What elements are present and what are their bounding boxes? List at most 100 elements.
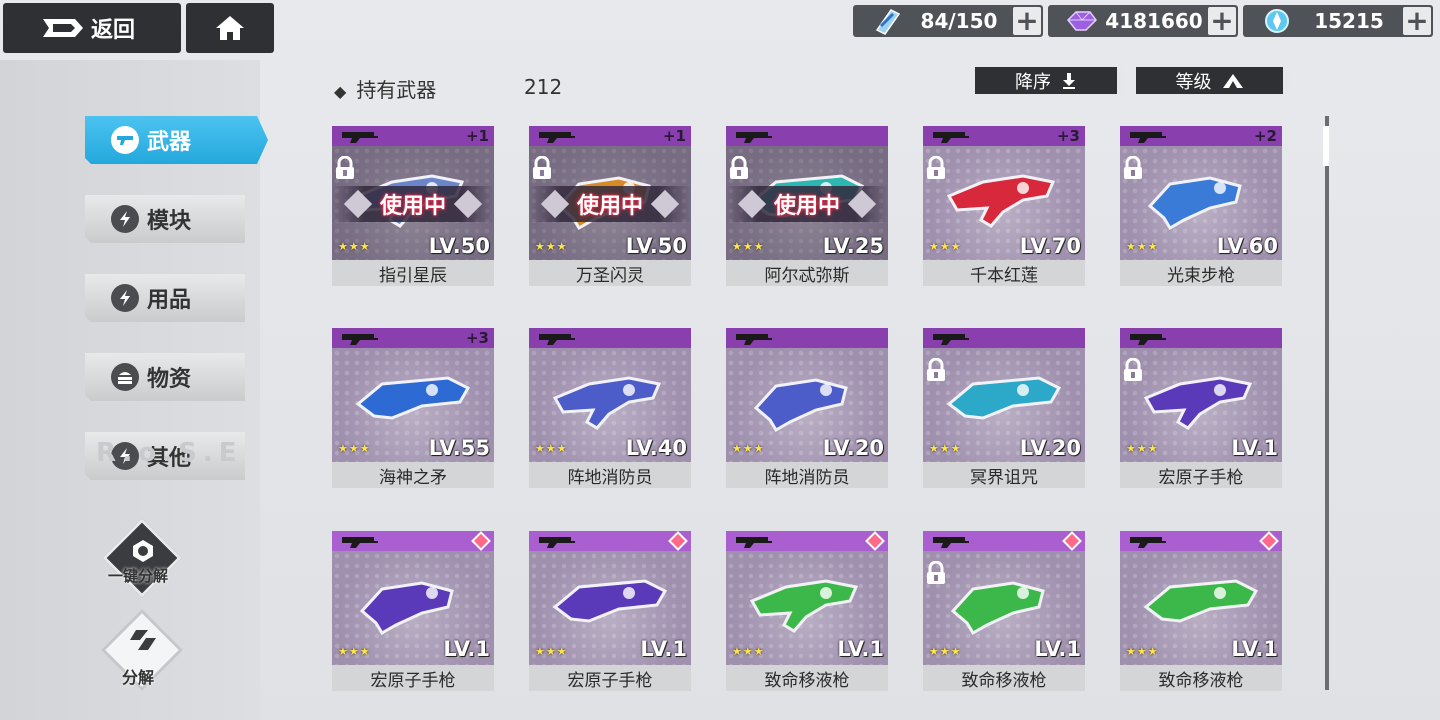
lock-icon[interactable] (925, 358, 947, 382)
home-button[interactable] (186, 3, 274, 53)
weapon-name: 万圣闪灵 (529, 260, 691, 286)
diamond-bullet-icon: ◆ (334, 82, 347, 101)
weapon-card[interactable]: +1 使用中 ★★★ LV.50 万圣闪灵 (529, 126, 691, 286)
weapon-image (1143, 579, 1259, 623)
weapon-name: 千本红莲 (923, 260, 1085, 286)
gem-resource: 4181660 + (1048, 5, 1238, 37)
weapon-card-inner: ★★★ LV.20 阵地消防员 (726, 328, 888, 488)
weapon-card[interactable]: +3 ★★★ LV.70 千本红莲 (923, 126, 1085, 286)
lock-icon[interactable] (1122, 358, 1144, 382)
weapon-image (946, 174, 1056, 228)
rank-triangle-icon (1222, 73, 1243, 88)
grid-scrollbar[interactable] (1325, 116, 1329, 690)
weapon-level: LV.1 (640, 637, 687, 661)
weapon-card-inner: ★★★ LV.1 宏原子手枪 (332, 531, 494, 691)
weapon-card[interactable]: 使用中 ★★★ LV.25 阿尔忒弥斯 (726, 126, 888, 286)
rarity-stars: ★★★ (929, 240, 962, 253)
rarity-stars: ★★★ (929, 442, 962, 455)
weapon-card[interactable]: ★★★ LV.1 致命移液枪 (726, 531, 888, 691)
weapon-level: LV.55 (428, 436, 490, 460)
diamond-ornament-icon (737, 189, 767, 219)
sidebar-item-weapons[interactable]: 武器 (85, 116, 268, 164)
weapon-image (1143, 376, 1253, 430)
add-gem-button[interactable]: + (1208, 7, 1236, 35)
owned-weapons-label: 持有武器 (356, 78, 437, 102)
lock-icon[interactable] (531, 156, 553, 180)
weapon-name: 致命移液枪 (726, 665, 888, 691)
weapon-card-inner: +2 ★★★ LV.60 光束步枪 (1120, 126, 1282, 286)
diamond-ornament-icon (343, 189, 373, 219)
weapon-type-icon (736, 537, 772, 548)
enhance-badge: +3 (1056, 127, 1080, 145)
blue-crystal-icon (1265, 9, 1289, 33)
weapon-card[interactable]: +1 使用中 ★★★ LV.50 指引星辰 (332, 126, 494, 286)
stamina-crystal-icon (875, 9, 901, 35)
weapon-name: 阵地消防员 (726, 462, 888, 488)
sidebar-item-supplies[interactable]: 物资 (85, 353, 245, 401)
weapon-name: 冥界诅咒 (923, 462, 1085, 488)
back-button[interactable]: 返回 (3, 3, 181, 53)
sidebar-item-label: 武器 (147, 130, 192, 155)
weapon-image (552, 376, 662, 430)
sidebar-item-modules[interactable]: 模块 (85, 195, 245, 243)
lock-icon[interactable] (925, 561, 947, 585)
weapon-card-inner: ★★★ LV.1 致命移液枪 (726, 531, 888, 691)
sidebar-item-label: 物资 (147, 367, 192, 392)
rarity-stars: ★★★ (1126, 240, 1159, 253)
lock-icon[interactable] (925, 156, 947, 180)
weapon-name: 阿尔忒弥斯 (726, 260, 888, 286)
lock-icon[interactable] (334, 156, 356, 180)
supply-icon (111, 363, 139, 391)
weapon-type-icon (736, 132, 772, 143)
weapon-level: LV.40 (625, 436, 687, 460)
weapon-card[interactable]: ★★★ LV.20 冥界诅咒 (923, 328, 1085, 488)
sort-key-button[interactable]: 等级 (1136, 67, 1289, 94)
weapon-type-icon (539, 132, 575, 143)
weapon-level: LV.50 (625, 234, 687, 258)
weapon-card-inner: ★★★ LV.40 阵地消防员 (529, 328, 691, 488)
grid-scroll-thumb[interactable] (1323, 126, 1329, 166)
weapon-level: LV.20 (1019, 436, 1081, 460)
weapon-card[interactable]: ★★★ LV.1 宏原子手枪 (332, 531, 494, 691)
weapon-card[interactable]: +3 ★★★ LV.55 海神之矛 (332, 328, 494, 488)
weapon-type-icon (539, 537, 575, 548)
weapon-card[interactable]: ★★★ LV.40 阵地消防员 (529, 328, 691, 488)
back-label: 返回 (91, 18, 136, 43)
weapon-level: LV.1 (1231, 436, 1278, 460)
lock-icon[interactable] (1122, 156, 1144, 180)
rarity-stars: ★★★ (338, 442, 371, 455)
weapon-level: LV.60 (1216, 234, 1278, 258)
weapon-card[interactable]: ★★★ LV.20 阵地消防员 (726, 328, 888, 488)
weapon-card[interactable]: ★★★ LV.1 宏原子手枪 (529, 531, 691, 691)
in-use-banner: 使用中 (332, 186, 494, 222)
hexagon-nut-icon (133, 540, 153, 562)
weapon-type-icon (1130, 537, 1166, 548)
weapon-type-icon (342, 537, 378, 548)
rarity-stars: ★★★ (338, 240, 371, 253)
stamina-value: 84/150 (920, 9, 998, 33)
add-crystal-button[interactable]: + (1403, 7, 1431, 35)
weapon-image (950, 581, 1045, 636)
add-stamina-button[interactable]: + (1013, 7, 1041, 35)
stamina-resource: 84/150 + (853, 5, 1043, 37)
weapon-card-inner: 使用中 ★★★ LV.25 阿尔忒弥斯 (726, 126, 888, 286)
rose-watermark: R.o.S.E (96, 438, 243, 468)
weapon-card-inner: ★★★ LV.1 致命移液枪 (1120, 531, 1282, 691)
weapon-card[interactable]: ★★★ LV.1 致命移液枪 (923, 531, 1085, 691)
weapon-card-inner: +3 ★★★ LV.55 海神之矛 (332, 328, 494, 488)
weapon-card[interactable]: ★★★ LV.1 致命移液枪 (1120, 531, 1282, 691)
sort-key-label: 等级 (1175, 71, 1212, 93)
diamond-ornament-icon (650, 189, 680, 219)
rarity-stars: ★★★ (732, 442, 765, 455)
sort-order-button[interactable]: 降序 (975, 67, 1123, 94)
weapon-image (552, 579, 668, 623)
weapon-level: LV.1 (1034, 637, 1081, 661)
weapon-name: 致命移液枪 (923, 665, 1085, 691)
weapon-card[interactable]: ★★★ LV.1 宏原子手枪 (1120, 328, 1282, 488)
weapon-type-icon (342, 334, 378, 345)
bolt-icon (111, 205, 139, 233)
weapon-card[interactable]: +2 ★★★ LV.60 光束步枪 (1120, 126, 1282, 286)
lock-icon[interactable] (728, 156, 750, 180)
sidebar-item-items[interactable]: 用品 (85, 274, 245, 322)
weapon-name: 海神之矛 (332, 462, 494, 488)
